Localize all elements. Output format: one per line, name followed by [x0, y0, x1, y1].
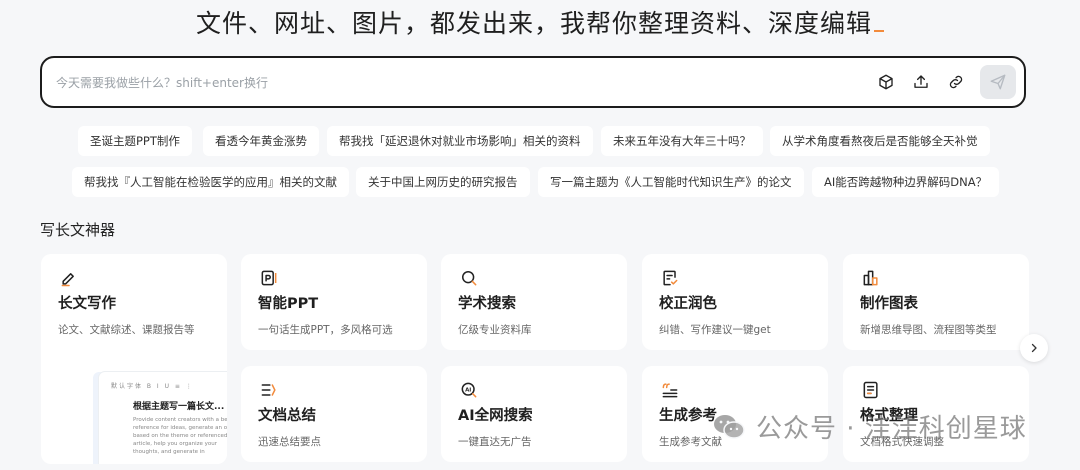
ai-search-icon: AI	[459, 380, 479, 400]
link-icon[interactable]	[944, 70, 968, 94]
carousel-next-button[interactable]	[1020, 334, 1048, 362]
preview-text: Provide content creators with a better r…	[133, 417, 227, 455]
chat-input[interactable]	[54, 68, 818, 98]
preview-title: 根据主题写一篇长文...	[133, 402, 225, 412]
chevron-right-icon	[1031, 343, 1037, 353]
card-desc: 一句话生成PPT，多风格可选	[258, 324, 393, 336]
card-academic-search[interactable]: 学术搜索 亿级专业资料库	[441, 254, 627, 350]
upload-icon[interactable]	[909, 70, 933, 94]
card-desc: 迅速总结要点	[258, 436, 321, 448]
card-title: 文档总结	[258, 408, 316, 424]
card-desc: 亿级专业资料库	[458, 324, 532, 336]
card-title: AI全网搜索	[458, 408, 533, 424]
chat-input-box[interactable]	[40, 56, 1026, 108]
page-headline: 文件、网址、图片，都发出来，我帮你整理资料、深度编辑	[0, 4, 1080, 40]
search-icon	[459, 268, 479, 288]
send-button[interactable]	[980, 65, 1016, 99]
watermark: 公众号 · 洼洼科创星球	[712, 408, 1027, 445]
cube-icon[interactable]	[874, 70, 898, 94]
card-desc: 新增思维导图、流程图等类型	[860, 324, 997, 336]
card-desc: 论文、文献综述、课题报告等	[58, 324, 195, 336]
card-title: 制作图表	[860, 296, 918, 312]
suggestion-chip[interactable]: 未来五年没有大年三十吗？	[601, 126, 763, 156]
card-title: 学术搜索	[458, 296, 516, 312]
card-doc-summary[interactable]: 文档总结 迅速总结要点	[241, 366, 427, 462]
suggestion-chip[interactable]: 看透今年黄金涨势	[203, 126, 319, 156]
card-long-writing[interactable]: 长文写作 论文、文献综述、课题报告等 默认字体 B I U ≡ ⋮ 根据主题写一…	[41, 254, 227, 464]
wechat-logo-icon	[714, 414, 745, 439]
chart-icon	[861, 268, 881, 288]
card-title: 长文写作	[58, 296, 116, 312]
card-title: 智能PPT	[258, 296, 319, 312]
watermark-text: 公众号 · 洼洼科创星球	[756, 414, 1027, 444]
typing-cursor	[874, 30, 884, 32]
format-icon	[861, 380, 881, 400]
headline-text: 文件、网址、图片，都发出来，我帮你整理资料、深度编辑	[195, 9, 872, 38]
summary-icon	[259, 380, 279, 400]
pen-icon	[59, 268, 79, 288]
section-title: 写长文神器	[40, 221, 116, 239]
card-ai-web-search[interactable]: AI AI全网搜索 一键直达无广告	[441, 366, 627, 462]
svg-text:AI: AI	[465, 387, 471, 393]
quote-icon	[660, 380, 680, 400]
suggestion-chip[interactable]: 关于中国上网历史的研究报告	[356, 167, 530, 197]
suggestion-chip[interactable]: AI能否跨越物种边界解码DNA？	[812, 167, 1000, 197]
card-make-chart[interactable]: 制作图表 新增思维导图、流程图等类型	[843, 254, 1029, 350]
card-desc: 一键直达无广告	[458, 436, 532, 448]
suggestion-chip[interactable]: 写一篇主题为《人工智能时代知识生产》的论文	[538, 167, 804, 197]
ppt-icon	[259, 268, 279, 288]
proofread-icon	[660, 268, 680, 288]
card-smart-ppt[interactable]: 智能PPT 一句话生成PPT，多风格可选	[241, 254, 427, 350]
writing-preview: 默认字体 B I U ≡ ⋮ 根据主题写一篇长文... Provide cont…	[99, 372, 227, 464]
send-icon	[990, 74, 1006, 90]
suggestion-chip[interactable]: 帮我找「延迟退休对就业市场影响」相关的资料	[327, 126, 593, 156]
card-title: 校正润色	[659, 296, 717, 312]
suggestion-chip[interactable]: 圣诞主题PPT制作	[78, 126, 192, 156]
preview-toolbar: 默认字体 B I U ≡ ⋮	[111, 383, 194, 390]
suggestion-chip[interactable]: 从学术角度看熬夜后是否能够全天补觉	[770, 126, 990, 156]
card-proofread[interactable]: 校正润色 纠错、写作建议一键get	[642, 254, 828, 350]
card-title: 生成参考	[659, 408, 717, 424]
suggestion-chip[interactable]: 帮我找『人工智能在检验医学的应用』相关的文献	[72, 167, 349, 197]
card-desc: 纠错、写作建议一键get	[659, 324, 771, 336]
